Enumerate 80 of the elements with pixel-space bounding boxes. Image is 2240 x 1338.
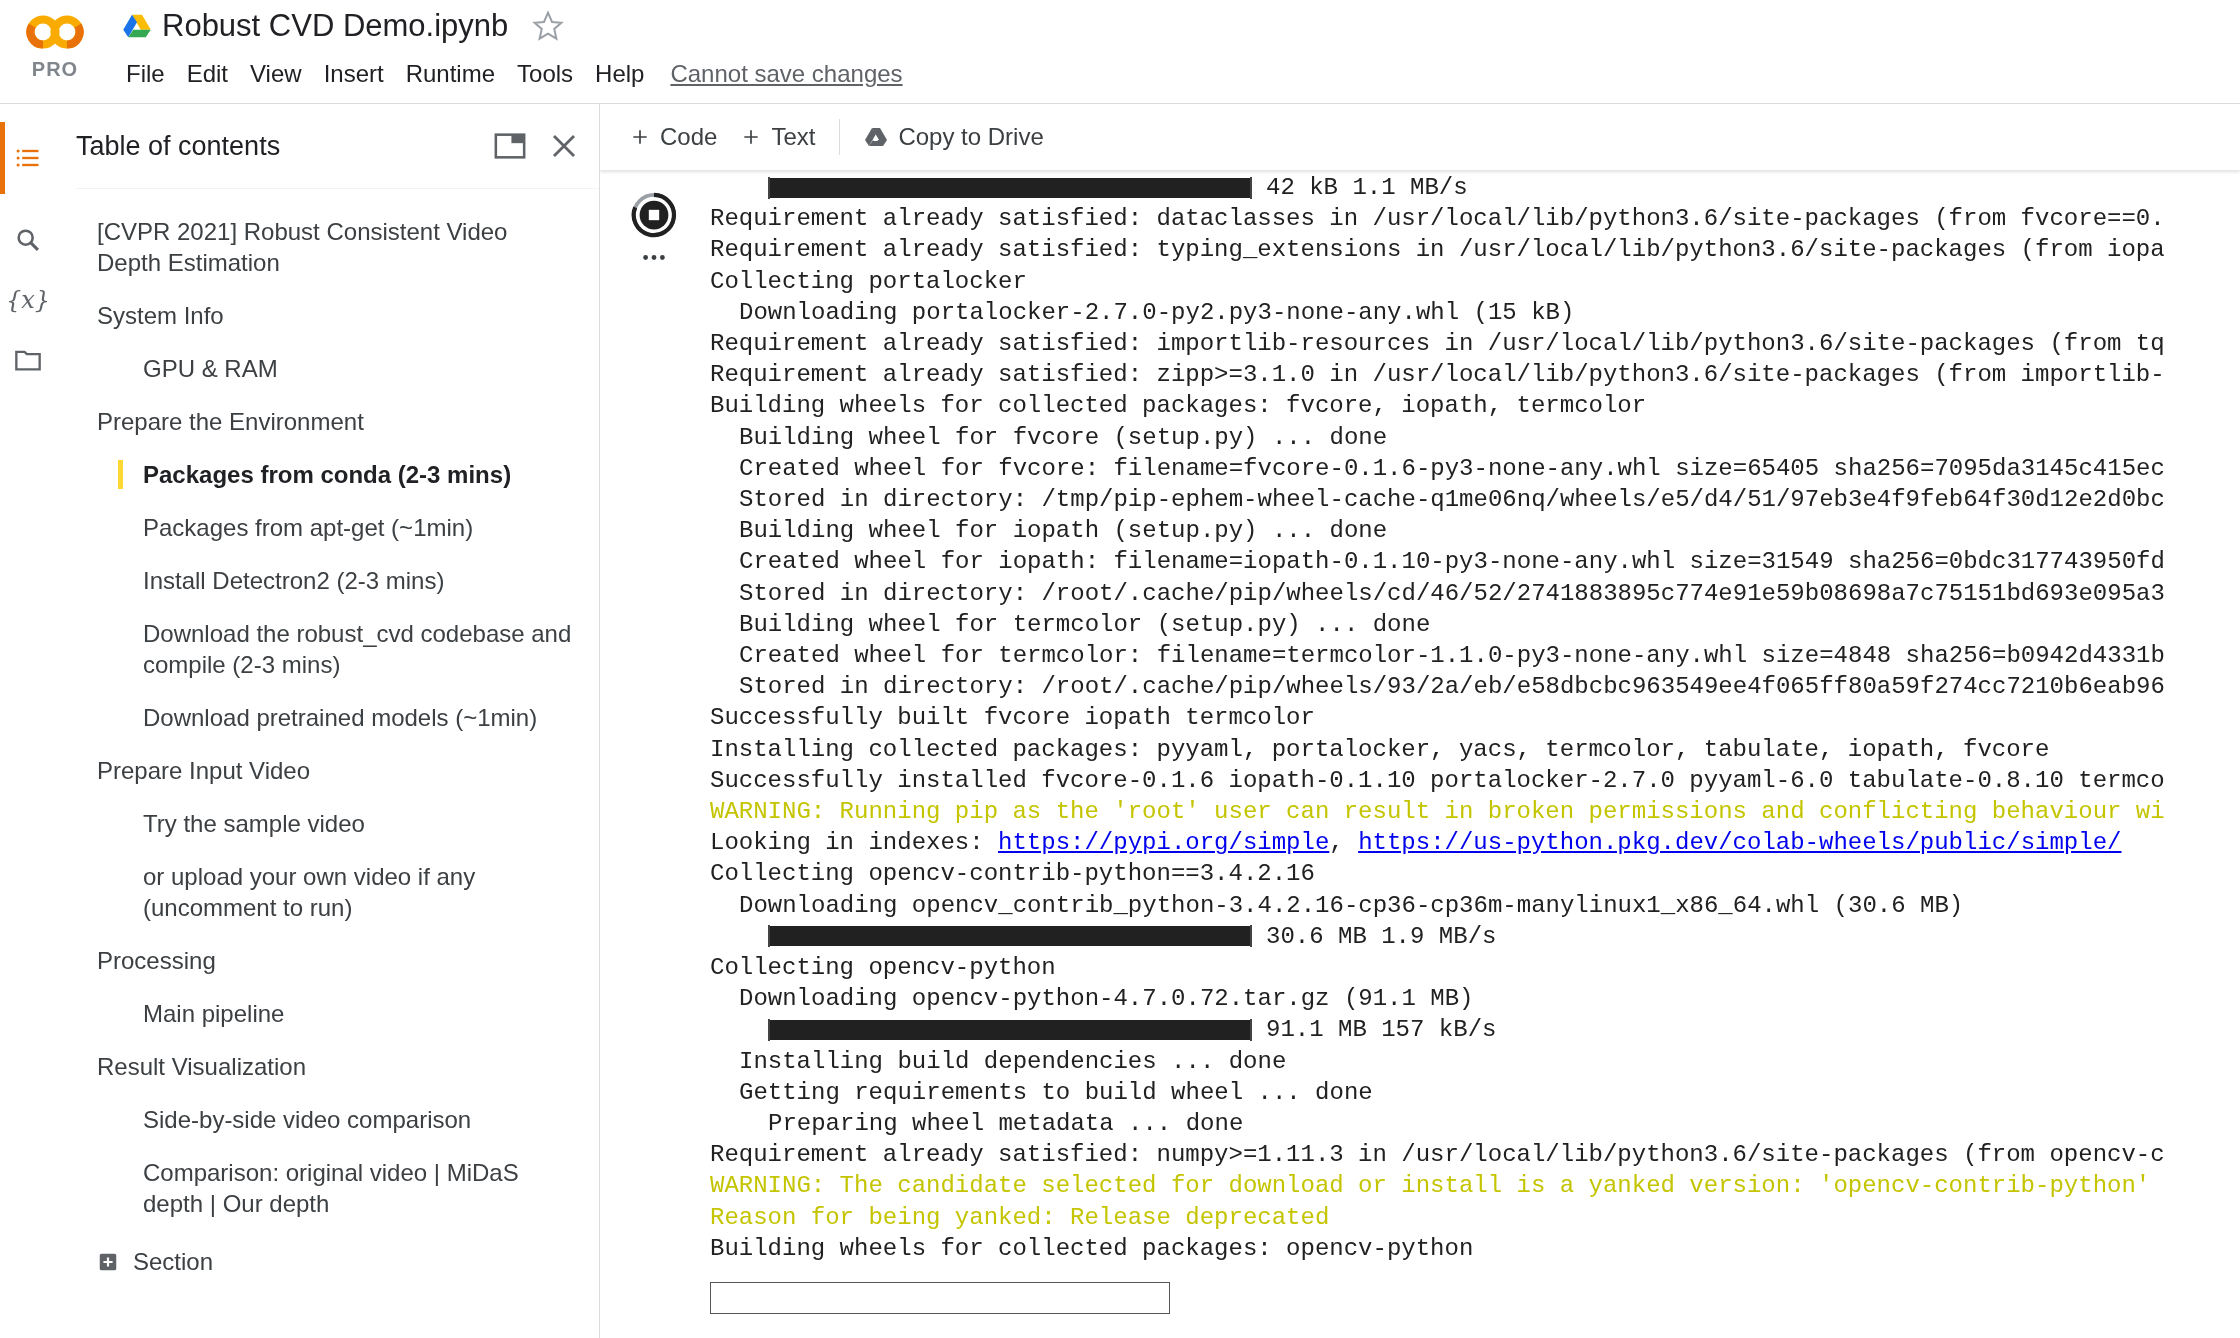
panel-title: Table of contents <box>76 130 282 162</box>
contents-item[interactable]: Comparison: original video | MiDaS depth | Our depth <box>118 1146 599 1230</box>
output-line: Installing build dependencies ... done <box>739 1046 1287 1077</box>
output-line: Installing collected packages: pyyaml, portalocker, yacs, termcolor, tabulate, iopath, fvcore <box>710 734 2050 765</box>
more-button[interactable] <box>642 254 666 261</box>
output-line: Created wheel for fvcore: filename=fvcore-0.1.6-py3-none-any.whl size=65405 sha256=7095da3145c415ec <box>739 453 2165 484</box>
output-line: Building wheel for fvcore (setup.py) ... done <box>739 422 1388 453</box>
output-line: Stored in directory: /root/.cache/pip/wheels/cd/46/52/2741883895c774e91e59b08698a7c75151bd693e095a3 <box>739 578 2165 609</box>
menu-item[interactable]: Help <box>587 58 653 90</box>
output-line: Collecting portalocker <box>710 266 1027 297</box>
contents-item[interactable]: Side-by-side video comparison <box>118 1093 492 1146</box>
menu-item[interactable]: File <box>118 58 173 90</box>
output-line: Created wheel for termcolor: filename=termcolor-1.1.0-py3-none-any.whl size=4848 sha256=b0942d4331b <box>739 641 2165 672</box>
contents-item[interactable]: Prepare Input Video <box>97 744 331 797</box>
add-cell-button[interactable]: Code <box>618 117 730 157</box>
add-section-button[interactable]: Section <box>97 1244 214 1280</box>
menu-item[interactable]: Edit <box>178 58 237 90</box>
output-line: Preparing wheel metadata ... done <box>768 1109 1244 1140</box>
stop-button[interactable] <box>631 192 677 238</box>
contents-item[interactable]: GPU & RAM <box>118 342 298 395</box>
output-line: Requirement already satisfied: numpy>=1.11.3 in /usr/local/lib/python3.6/site-packages (from opencv-c <box>710 1140 2165 1171</box>
star-icon[interactable] <box>532 10 565 42</box>
variables-button[interactable]: {x} <box>0 286 56 314</box>
output-line: Successfully installed fvcore-0.1.6 iopath-0.1.10 portalocker-2.7.0 pyyaml-6.0 tabulate-0.8.10 termco <box>710 765 2165 796</box>
warning-line: WARNING: Running pip as the 'root' user can result in broken permissions and conflicting behaviour wi <box>710 797 2165 828</box>
menu-item[interactable]: View <box>242 58 310 90</box>
output-line: Collecting opencv-contrib-python==3.4.2.16 <box>710 859 1315 890</box>
index-link[interactable]: https://us-python.pkg.dev/colab-wheels/public/simple/ <box>1358 829 2122 857</box>
notebook-title[interactable]: Robust CVD Demo.ipynb <box>162 8 509 44</box>
contents-item[interactable]: Result Visualization <box>97 1040 326 1093</box>
output-line: Successfully built fvcore iopath termcolor <box>710 703 1315 734</box>
contents-item[interactable]: Packages from conda (2-3 mins) <box>118 448 532 501</box>
contents-item[interactable]: Download pretrained models (~1min) <box>118 691 558 744</box>
output-line: Requirement already satisfied: zipp>=3.1.0 in /usr/local/lib/python3.6/site-packages (from importlib- <box>710 360 2165 391</box>
copy-to-drive-button[interactable]: Copy to Drive <box>852 117 1056 157</box>
contents-item[interactable]: Install Detectron2 (2-3 mins) <box>118 554 465 607</box>
output-line: Stored in directory: /tmp/pip-ephem-wheel-cache-q1me06nq/wheels/e5/d4/51/97eb3e4f9feb64f30d12e2d0bc <box>739 485 2165 515</box>
contents-item[interactable]: System Info <box>97 289 244 342</box>
menu-item[interactable]: Tools <box>509 58 582 90</box>
output-line: Downloading portalocker-2.7.0-py2.py3-none-any.whl (15 kB) <box>739 297 1575 328</box>
progress-reading: 42 kB 1.1 MB/s <box>1266 173 1468 203</box>
contents-item[interactable]: Prepare the Environment <box>97 395 384 448</box>
output-line: Requirement already satisfied: importlib-resources in /usr/local/lib/python3.6/site-packages (from tq <box>710 329 2165 359</box>
plan-label: PRO <box>31 58 79 81</box>
contents-item[interactable]: Download the robust_cvd codebase and compile (2-3 mins) <box>118 607 599 691</box>
drive-icon <box>864 125 889 149</box>
stop-icon <box>631 192 677 238</box>
progress-reading: 91.1 MB 157 kB/s <box>1266 1015 1497 1046</box>
search-icon <box>14 226 42 254</box>
add-cell-button[interactable]: Text <box>729 117 828 157</box>
output-line: Stored in directory: /root/.cache/pip/wheels/93/2a/eb/e58dbcbc963549ee4f065ff80a59f274cc7210b6eab96 <box>739 672 2165 703</box>
contents-item[interactable]: Packages from apt-get (~1min) <box>118 501 494 554</box>
contents-item[interactable]: Try the sample video <box>118 797 385 850</box>
output-line: Requirement already satisfied: dataclasses in /usr/local/lib/python3.6/site-packages (from fvcore==0. <box>710 204 2165 235</box>
contents-item[interactable]: or upload your own video if any (uncomment to run) <box>118 850 599 934</box>
save-notice-link[interactable]: Cannot save changes <box>670 60 903 88</box>
output-line: Collecting opencv-python <box>710 953 1056 984</box>
contents-item[interactable]: Processing <box>97 934 236 987</box>
output-line: Downloading opencv_contrib_python-3.4.2.16-cp36-cp36m-manylinux1_x86_64.whl (30.6 MB) <box>739 890 1964 921</box>
ellipsis-icon <box>642 254 666 261</box>
output-line: Getting requirements to build wheel ... done <box>739 1077 1373 1108</box>
menu-item[interactable]: Insert <box>315 58 392 90</box>
output-line: Building wheels for collected packages: opencv-python <box>710 1233 1474 1264</box>
output-line: Looking in indexes: https://pypi.org/simple, https://us-python.pkg.dev/colab-wheels/public/simple/ <box>710 828 2122 859</box>
output-line: Building wheel for termcolor (setup.py) ... done <box>739 609 1431 640</box>
progress-reading: 30.6 MB 1.9 MB/s <box>1266 921 1497 952</box>
warning-line: Reason for being yanked: Release deprecated <box>710 1202 1330 1233</box>
output-line: Downloading opencv-python-4.7.0.72.tar.gz (91.1 MB) <box>739 984 1474 1015</box>
warning-line: WARNING: The candidate selected for download or install is a yanked version: 'opencv-contrib-python' <box>710 1171 2151 1202</box>
index-link[interactable]: https://pypi.org/simple <box>998 829 1330 857</box>
contents-item[interactable]: Main pipeline <box>118 987 305 1040</box>
plus-box-icon <box>97 1251 119 1273</box>
output-line: Requirement already satisfied: typing_extensions in /usr/local/lib/python3.6/site-packages (from iopa <box>710 235 2165 266</box>
plus-icon <box>630 127 650 147</box>
output-line: Building wheel for iopath (setup.py) ... done <box>739 516 1388 547</box>
menu-item[interactable]: Runtime <box>397 58 504 90</box>
input-field[interactable] <box>710 1282 1170 1315</box>
contents-item[interactable]: [CVPR 2021] Robust Consistent Video Depth Estimation <box>97 205 557 289</box>
output-line: Created wheel for iopath: filename=iopath-0.1.10-py3-none-any.whl size=31549 sha256=0bdc317743950fd <box>739 547 2165 578</box>
output-line: Building wheels for collected packages: fvcore, iopath, termcolor <box>710 391 1647 422</box>
